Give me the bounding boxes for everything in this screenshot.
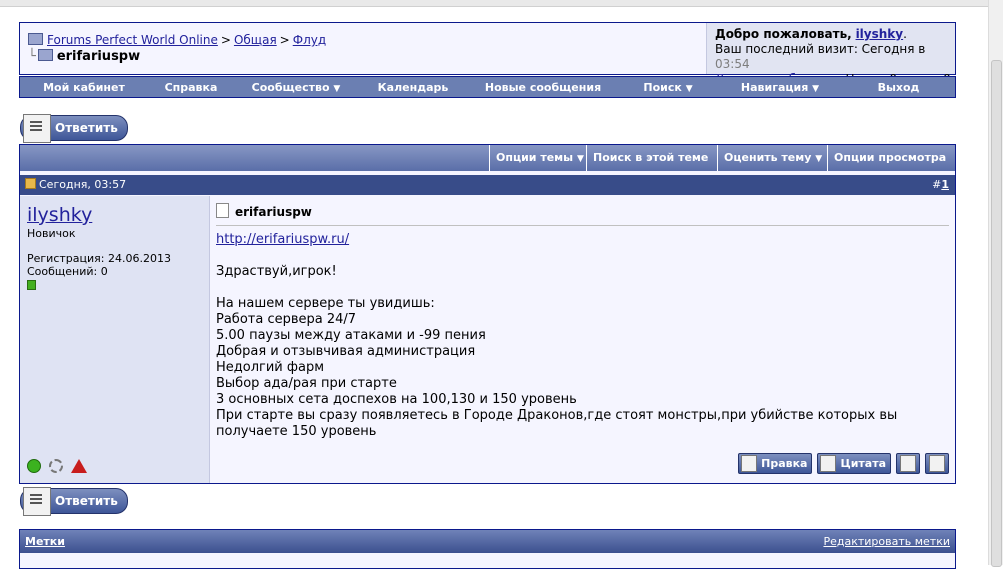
post-status-icon — [25, 178, 36, 189]
post-author-link[interactable]: ilyshky — [27, 204, 92, 226]
user-action-icons — [27, 458, 91, 473]
breadcrumb-forum-root[interactable]: Forums Perfect World Online — [47, 33, 218, 47]
dropdown-arrow-icon: ▼ — [685, 83, 693, 94]
dropdown-arrow-icon: ▼ — [333, 83, 341, 94]
post-table: Опции темы ▼ Поиск в этой теме ▼ Оценить… — [19, 144, 956, 484]
dropdown-arrow-icon: ▼ — [812, 83, 820, 94]
post-doc-icon — [216, 203, 229, 218]
scrollbar-thumb[interactable] — [991, 60, 1002, 567]
reply-button-bottom[interactable]: Ответить — [20, 487, 128, 516]
user-title: Новичок — [27, 227, 76, 240]
quick-reply-button[interactable] — [925, 453, 949, 474]
reputation-icon — [27, 280, 36, 290]
quote-button[interactable]: Цитата — [817, 453, 891, 474]
thread-options-bar: Опции темы ▼ Поиск в этой теме ▼ Оценить… — [20, 145, 955, 190]
welcome-username-link[interactable]: ilyshky — [856, 27, 904, 41]
user-options-icon[interactable] — [48, 458, 63, 473]
report-post-icon[interactable] — [70, 458, 87, 473]
online-status-icon — [27, 458, 41, 473]
tags-section: Метки Редактировать метки — [19, 529, 956, 569]
dropdown-arrow-icon: ▼ — [576, 154, 584, 164]
user-stats: Регистрация: 24.06.2013 Сообщений: 0 — [27, 252, 171, 278]
dropdown-arrow-icon: ▼ — [815, 154, 823, 164]
nav-search[interactable]: Поиск ▼ — [618, 81, 718, 94]
post-body: http://erifariuspw.ru/ Здраствуй,игрок! … — [216, 232, 898, 439]
breadcrumb-cat-general[interactable]: Общая — [234, 33, 277, 47]
main-navbar: Мой кабинет Справка Сообщество ▼ Календа… — [19, 76, 956, 98]
breadcrumb-trail: Forums Perfect World Online > Общая > Флуд — [28, 33, 326, 47]
top-strip — [0, 0, 1003, 7]
nav-navigation[interactable]: Навигация ▼ — [718, 81, 842, 94]
post-action-buttons: Правка Цитата — [738, 453, 949, 474]
breadcrumb: Forums Perfect World Online > Общая > Флуд └… — [20, 23, 706, 74]
forum-folder-icon — [28, 33, 43, 45]
post-date-bar: Сегодня, 03:57 #1 — [20, 175, 955, 195]
post-permalink[interactable]: 1 — [941, 178, 949, 191]
display-options-menu[interactable]: Опции просмотра ▼ — [827, 145, 955, 190]
post-link[interactable]: http://erifariuspw.ru/ — [216, 232, 349, 247]
tags-header: Метки Редактировать метки — [20, 530, 955, 553]
post-number: #1 — [932, 178, 949, 191]
post-divider — [216, 225, 949, 226]
breadcrumb-cat-flood[interactable]: Флуд — [293, 33, 326, 47]
search-thread-menu[interactable]: Поиск в этой теме ▼ — [586, 145, 717, 190]
post-date: Сегодня, 03:57 — [39, 178, 127, 191]
edit-button[interactable]: Правка — [738, 453, 813, 474]
user-registration: Регистрация: 24.06.2013 — [27, 252, 171, 265]
thread-options-menu[interactable]: Опции темы ▼ — [489, 145, 586, 171]
thread-title: └ erifariuspw — [28, 49, 141, 64]
nav-my-cabinet[interactable]: Мой кабинет — [20, 81, 148, 94]
welcome-panel: Добро пожаловать, ilyshky. Ваш последний… — [706, 23, 955, 86]
nav-community[interactable]: Сообщество ▼ — [234, 81, 358, 94]
last-visit-time: 03:54 — [715, 57, 750, 71]
reply-icon — [23, 114, 51, 143]
post-title: erifariuspw — [216, 203, 312, 219]
tree-branch-icon: └ — [28, 49, 36, 64]
reply-button-top[interactable]: Ответить — [20, 114, 128, 143]
tags-link[interactable]: Метки — [25, 535, 65, 548]
breadcrumb-box: Forums Perfect World Online > Общая > Флуд └… — [19, 22, 956, 86]
nav-calendar[interactable]: Календарь — [358, 81, 468, 94]
post-user-info: ilyshky Новичок Регистрация: 24.06.2013 … — [20, 196, 210, 483]
multi-quote-button[interactable] — [896, 453, 920, 474]
thread-icon — [37, 49, 53, 61]
nav-help[interactable]: Справка — [148, 81, 234, 94]
user-message-count: Сообщений: 0 — [27, 265, 108, 278]
post-message: erifariuspw http://erifariuspw.ru/ Здрас… — [210, 196, 955, 483]
edit-tags-link[interactable]: Редактировать метки — [823, 535, 950, 548]
rate-thread-menu[interactable]: Оценить тему ▼ — [717, 145, 827, 171]
reply-icon — [23, 487, 51, 516]
nav-logout[interactable]: Выход — [842, 81, 955, 94]
nav-new-posts[interactable]: Новые сообщения — [468, 81, 618, 94]
